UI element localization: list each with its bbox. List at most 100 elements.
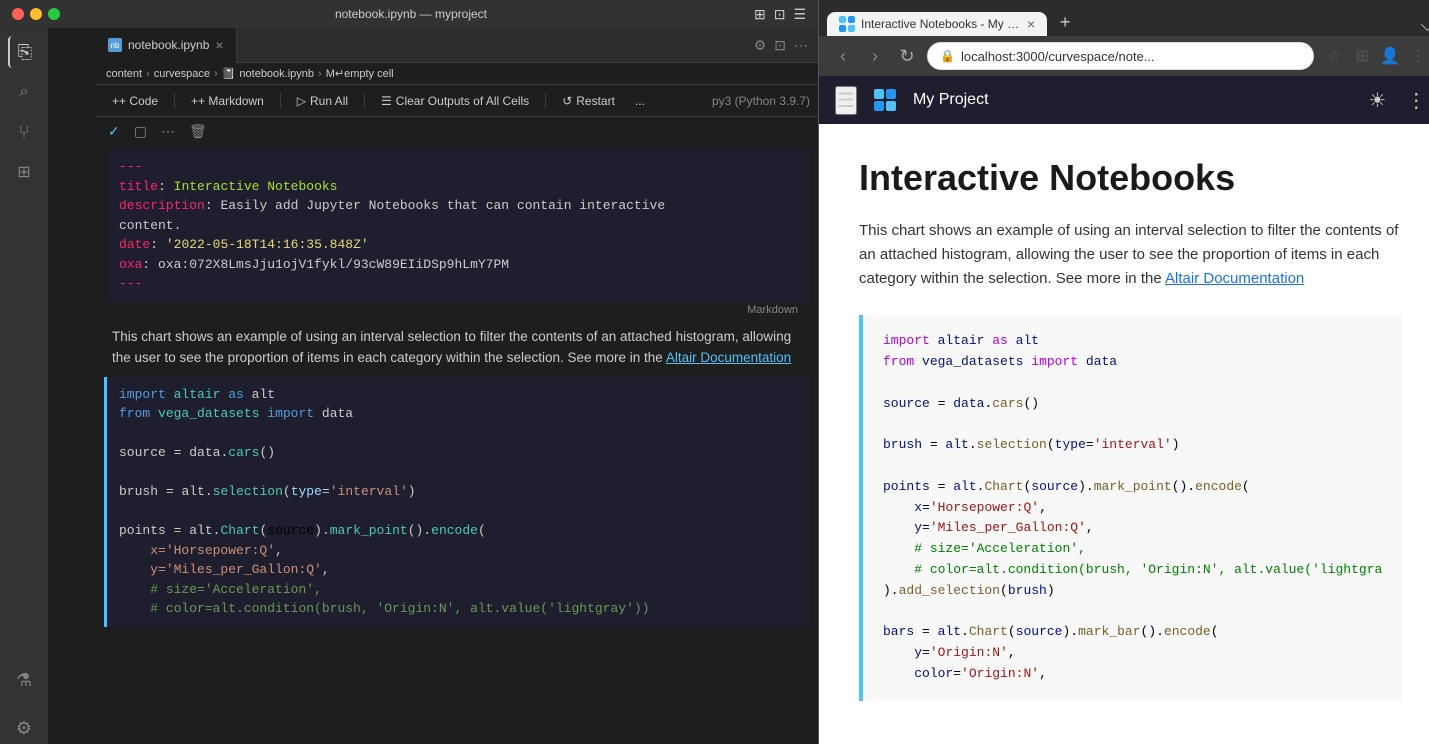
extensions-browser-icon[interactable]: ⊞ [1350,44,1374,68]
sidebar-icon-settings[interactable]: ⚙ [8,712,40,744]
comment-size: # size='Acceleration', [150,582,322,597]
clear-icon: ☰ [381,94,392,108]
breadcrumb-filename[interactable]: notebook.ipynb [239,68,314,80]
content-heading: Interactive Notebooks [859,156,1402,199]
back-button[interactable]: ‹ [831,44,855,68]
breadcrumb-content[interactable]: content [106,68,142,80]
sidebar-icon-search[interactable]: ⌕ [8,76,40,108]
browser-actions: ☆ ⊞ 👤 ⋮ [1322,44,1429,68]
more-options-button[interactable]: ... [627,92,653,110]
cell-check-button[interactable]: ✓ [104,121,124,142]
plus-icon2: + [191,94,198,108]
profile-icon[interactable]: 👤 [1378,44,1402,68]
sidebar-icon-files[interactable]: ⎘ [8,36,40,68]
cell-delete-button[interactable]: 🗑 [185,121,211,142]
theme-toggle-button[interactable]: ☀ [1368,88,1386,113]
source-control-icon: ⑂ [19,122,30,143]
breadcrumb-curvespace[interactable]: curvespace [154,68,210,80]
logo-cell-2 [886,89,896,99]
url-bar[interactable]: 🔒 localhost:3000/curvespace/note... [927,42,1314,70]
notebook-tab-label: notebook.ipynb [128,38,209,52]
altair-doc-link[interactable]: Altair Documentation [666,350,791,365]
code-cell-content[interactable]: import altair as alt from vega_datasets … [107,377,810,627]
altair-doc-link-text: Altair Documentation [666,350,791,365]
minimize-button[interactable] [30,8,42,20]
run-all-button[interactable]: ▷ Run All [289,92,356,110]
hamburger-menu-button[interactable]: ☰ [835,86,857,115]
sidebar-icon-source-control[interactable]: ⑂ [8,116,40,148]
forward-button[interactable]: › [863,44,887,68]
menu-icon[interactable]: ☰ [793,6,806,23]
kernel-label: py3 (Python 3.9.7) [712,94,810,108]
clear-outputs-button[interactable]: ☰ Clear Outputs of All Cells [373,92,537,110]
window-title: notebook.ipynb — myproject [76,7,746,21]
url-text: localhost:3000/curvespace/note... [961,49,1155,64]
add-code-button[interactable]: + + Code [104,92,166,110]
sidebar-icon-flask[interactable]: ⚗ [8,664,40,696]
yaml-title-val: Interactive Notebooks [174,179,338,194]
cell-toolbar: ✓ ▢ ⋯ 🗑 [96,117,818,145]
run-all-icon: ▷ [297,94,306,108]
content-desc-text: This chart shows an example of using an … [859,222,1398,287]
logo-cell-1 [874,89,884,99]
tab-list-button[interactable]: ⌵ [1421,15,1429,36]
markdown-label: Markdown [107,302,810,318]
content-description: This chart shows an example of using an … [859,219,1402,291]
browser-tab-close[interactable]: × [1027,16,1035,32]
altair-documentation-link[interactable]: Altair Documentation [1165,270,1304,287]
title-icons: ⊞ ⊡ ☰ [754,6,806,23]
browser-panel: Interactive Notebooks - My Pr... × + ⌵ ‹… [818,0,1429,744]
split-icon[interactable]: ⊡ [774,6,786,23]
cb-vega: vega_datasets [922,354,1023,369]
import1-kw: import [119,387,166,402]
browser-active-tab[interactable]: Interactive Notebooks - My Pr... × [827,12,1047,36]
more-actions-icon[interactable]: ⋯ [794,37,808,54]
notebook-tab[interactable]: nb notebook.ipynb × [96,28,237,63]
clear-outputs-label: Clear Outputs of All Cells [396,94,529,108]
split-editor-icon[interactable]: ⊡ [774,37,786,54]
yaml-desc-key: description [119,198,205,213]
layout-icon[interactable]: ⊞ [754,6,766,23]
cb-from-kw: from [883,354,914,369]
app-header: ☰ My Project ☀ ⋮ [819,76,1429,124]
cb-import1-kw: import [883,333,930,348]
points-line: points [119,523,166,538]
notebook-content: --- title: Interactive Notebooks descrip… [96,145,818,744]
breadcrumb: content › curvespace › 📓 notebook.ipynb … [96,63,818,85]
frontmatter-content: --- title: Interactive Notebooks descrip… [107,149,810,302]
import2-kw: from [119,406,150,421]
cell-more-button[interactable]: ⋯ [157,121,179,142]
lock-icon: 🔒 [940,49,955,63]
settings-gear-icon[interactable]: ⚙ [754,37,767,54]
breadcrumb-sep1: › [146,68,150,80]
maximize-button[interactable] [48,8,60,20]
titlebar: notebook.ipynb — myproject ⊞ ⊡ ☰ [0,0,818,28]
run-all-label: Run All [310,94,348,108]
close-button[interactable] [12,8,24,20]
code-block: import altair as alt from vega_datasets … [859,315,1402,701]
add-markdown-button[interactable]: + + Markdown [183,92,272,110]
breadcrumb-sep2: › [214,68,218,80]
kernel-info[interactable]: py3 (Python 3.9.7) [712,94,810,108]
refresh-button[interactable]: ↻ [895,44,919,68]
bookmark-icon[interactable]: ☆ [1322,44,1346,68]
breadcrumb-file-icon: 📓 [222,67,236,80]
sidebar-icon-extensions[interactable]: ⊞ [8,156,40,188]
code-cell: import altair as alt from vega_datasets … [104,377,810,627]
breadcrumb-cell[interactable]: M↵empty cell [326,67,394,80]
notebook-tab-close[interactable]: × [215,37,223,53]
restart-button[interactable]: ↺ Restart [554,92,623,110]
browser-menu-icon[interactable]: ⋮ [1406,44,1429,68]
browser-main-content: Interactive Notebooks This chart shows a… [819,124,1429,744]
altair-doc-link-browser: Altair Documentation [1165,270,1304,287]
yaml-separator2: --- [119,276,142,291]
logo-cell-3 [874,101,884,111]
new-tab-button[interactable]: + [1051,8,1079,36]
app-logo [869,84,901,116]
comment-color: # color=alt.condition(brush, 'Origin:N',… [150,601,649,616]
yaml-oxa-key: oxa [119,257,142,272]
header-more-button[interactable]: ⋮ [1406,88,1426,113]
breadcrumb-sep3: › [318,68,322,80]
cell-square-button[interactable]: ▢ [130,121,151,142]
yaml-oxa-val: oxa:072X8LmsJju1ojV1fykl/93cW89EIiDSp9hL… [158,257,509,272]
